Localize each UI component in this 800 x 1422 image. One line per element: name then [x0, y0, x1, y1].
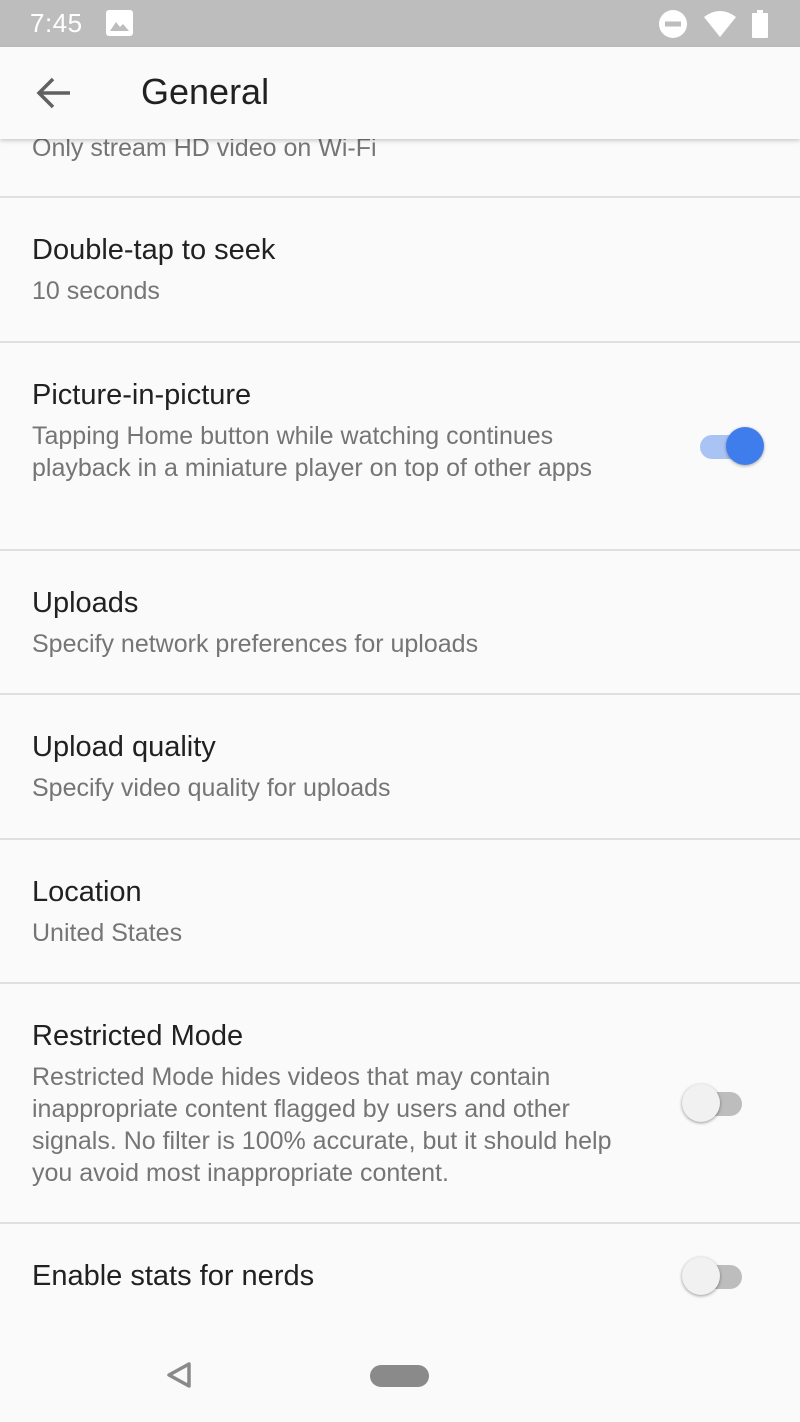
setting-description: Only stream HD video on Wi-Fi: [32, 139, 377, 162]
status-icons: [658, 9, 768, 44]
setting-description: United States: [32, 919, 183, 947]
setting-title: Enable stats for nerds: [32, 1260, 315, 1292]
restricted-mode-toggle[interactable]: [682, 1080, 750, 1124]
toggle-thumb: [682, 1084, 720, 1122]
system-nav-bar: [0, 1335, 800, 1422]
page-title: General: [141, 71, 270, 112]
settings-list: Only stream HD video on Wi-Fi Double-tap…: [0, 139, 800, 1335]
do-not-disturb-icon: [658, 9, 688, 44]
picture-in-picture-toggle[interactable]: [696, 423, 764, 467]
app-bar: General: [0, 47, 800, 139]
stats-for-nerds-toggle[interactable]: [682, 1253, 750, 1297]
setting-title: Location: [32, 876, 142, 908]
home-pill-icon[interactable]: [370, 1365, 429, 1387]
status-bar: 7:45: [0, 0, 800, 47]
image-icon: [106, 10, 133, 41]
setting-description: Specify video quality for uploads: [32, 774, 391, 802]
status-time: 7:45: [30, 8, 83, 38]
setting-title: Picture-in-picture: [32, 379, 252, 411]
setting-stats-for-nerds[interactable]: Enable stats for nerds: [0, 1224, 800, 1335]
arrow-back-icon[interactable]: [34, 75, 74, 111]
battery-icon: [752, 10, 768, 43]
setting-location[interactable]: Location United States: [0, 840, 800, 984]
setting-description: Tapping Home button while watching conti…: [32, 422, 593, 482]
setting-uploads[interactable]: Uploads Specify network preferences for …: [0, 551, 800, 695]
setting-description: 10 seconds: [32, 277, 160, 305]
setting-title: Uploads: [32, 587, 139, 619]
setting-title: Restricted Mode: [32, 1020, 244, 1052]
setting-description: Specify network preferences for uploads: [32, 630, 479, 658]
setting-hd-wifi[interactable]: Only stream HD video on Wi-Fi: [0, 139, 800, 198]
setting-title: Double-tap to seek: [32, 234, 276, 266]
nav-back-icon[interactable]: [166, 1361, 192, 1394]
setting-picture-in-picture[interactable]: Picture-in-picture Tapping Home button w…: [0, 343, 800, 551]
setting-double-tap[interactable]: Double-tap to seek 10 seconds: [0, 198, 800, 343]
setting-title: Upload quality: [32, 731, 216, 763]
setting-restricted-mode[interactable]: Restricted Mode Restricted Mode hides vi…: [0, 984, 800, 1224]
toggle-thumb: [726, 427, 764, 465]
wifi-icon: [704, 11, 736, 42]
setting-upload-quality[interactable]: Upload quality Specify video quality for…: [0, 695, 800, 840]
toggle-thumb: [682, 1257, 720, 1295]
setting-description: Restricted Mode hides videos that may co…: [32, 1063, 612, 1187]
